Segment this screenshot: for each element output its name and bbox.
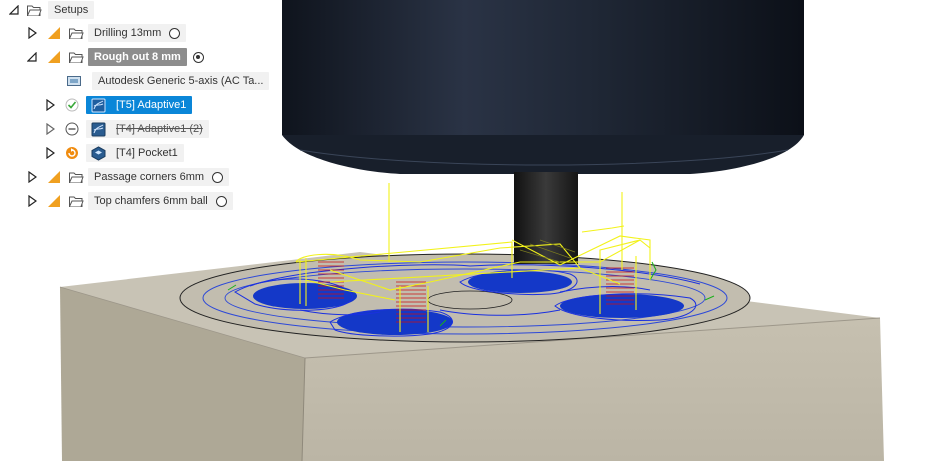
folder-icon — [68, 193, 84, 209]
activate-setup-radio[interactable] — [212, 171, 224, 183]
triangle-down-icon[interactable] — [26, 50, 38, 64]
folder-icon — [68, 25, 84, 41]
pocket-front — [337, 309, 453, 335]
triangle-right-icon[interactable] — [26, 26, 38, 40]
operation-row-adaptive1-2[interactable]: [T4] Adaptive1 (2) — [44, 119, 209, 139]
setup-label: Rough out 8 mm — [94, 51, 181, 63]
pocket-operation-icon — [90, 145, 106, 161]
setup-row-drilling[interactable]: Drilling 13mm — [26, 23, 187, 43]
tree-root-setups[interactable]: Setups — [8, 0, 95, 20]
folder-icon — [68, 169, 84, 185]
setup-icon — [46, 49, 62, 65]
triangle-right-icon[interactable] — [44, 146, 56, 160]
operation-row-adaptive1[interactable]: [T5] Adaptive1 — [44, 95, 193, 115]
tool-holder — [282, 0, 804, 135]
triangle-right-icon[interactable] — [44, 122, 56, 136]
machine-row[interactable]: Autodesk Generic 5-axis (AC Ta... — [66, 71, 270, 91]
machine-label: Autodesk Generic 5-axis (AC Ta... — [98, 75, 264, 87]
setup-label: Top chamfers 6mm ball — [94, 195, 208, 207]
operation-label-box[interactable]: [T4] Pocket1 — [86, 144, 184, 162]
triangle-right-icon[interactable] — [26, 194, 38, 208]
operation-row-pocket1[interactable]: [T4] Pocket1 — [44, 143, 184, 163]
check-icon — [64, 97, 80, 113]
operation-label-box[interactable]: [T5] Adaptive1 — [86, 96, 193, 114]
triangle-right-icon[interactable] — [26, 170, 38, 184]
folder-icon — [26, 2, 42, 18]
setup-row-passage-corners[interactable]: Passage corners 6mm — [26, 167, 230, 187]
setup-icon — [46, 193, 62, 209]
machine-label-box[interactable]: Autodesk Generic 5-axis (AC Ta... — [92, 72, 270, 90]
activate-setup-radio[interactable] — [215, 195, 227, 207]
adaptive-operation-icon — [90, 97, 106, 113]
regenerate-icon — [64, 145, 80, 161]
setup-row-top-chamfers[interactable]: Top chamfers 6mm ball — [26, 191, 233, 211]
suppressed-icon — [64, 121, 80, 137]
setup-label: Passage corners 6mm — [94, 171, 205, 183]
triangle-right-icon[interactable] — [44, 98, 56, 112]
setup-label-box[interactable]: Passage corners 6mm — [88, 168, 230, 186]
operation-label: [T4] Adaptive1 (2) — [116, 123, 203, 135]
setup-label-box[interactable]: Drilling 13mm — [88, 24, 187, 42]
setup-label: Drilling 13mm — [94, 27, 162, 39]
operation-label: [T5] Adaptive1 — [116, 99, 187, 111]
setup-icon — [46, 25, 62, 41]
setup-label-box[interactable]: Top chamfers 6mm ball — [88, 192, 233, 210]
active-setup-label-box[interactable]: Rough out 8 mm — [88, 48, 187, 66]
center-bore — [427, 290, 513, 310]
activate-setup-radio[interactable] — [169, 27, 181, 39]
activate-setup-radio[interactable] — [192, 51, 204, 63]
setup-icon — [46, 169, 62, 185]
operation-label: [T4] Pocket1 — [116, 147, 178, 159]
operation-label-box[interactable]: [T4] Adaptive1 (2) — [86, 120, 209, 138]
setups-label: Setups — [54, 4, 89, 16]
machine-icon — [66, 73, 82, 89]
adaptive-operation-icon — [90, 121, 106, 137]
cam-browser-tree: Setups Drilling 13mm Rough out 8 mm Auto… — [0, 0, 300, 215]
folder-icon — [68, 49, 84, 65]
tool-shank — [514, 172, 578, 264]
tree-root-label-box[interactable]: Setups — [48, 1, 95, 19]
setup-row-rough-out[interactable]: Rough out 8 mm — [26, 47, 204, 67]
triangle-down-icon[interactable] — [8, 3, 20, 17]
